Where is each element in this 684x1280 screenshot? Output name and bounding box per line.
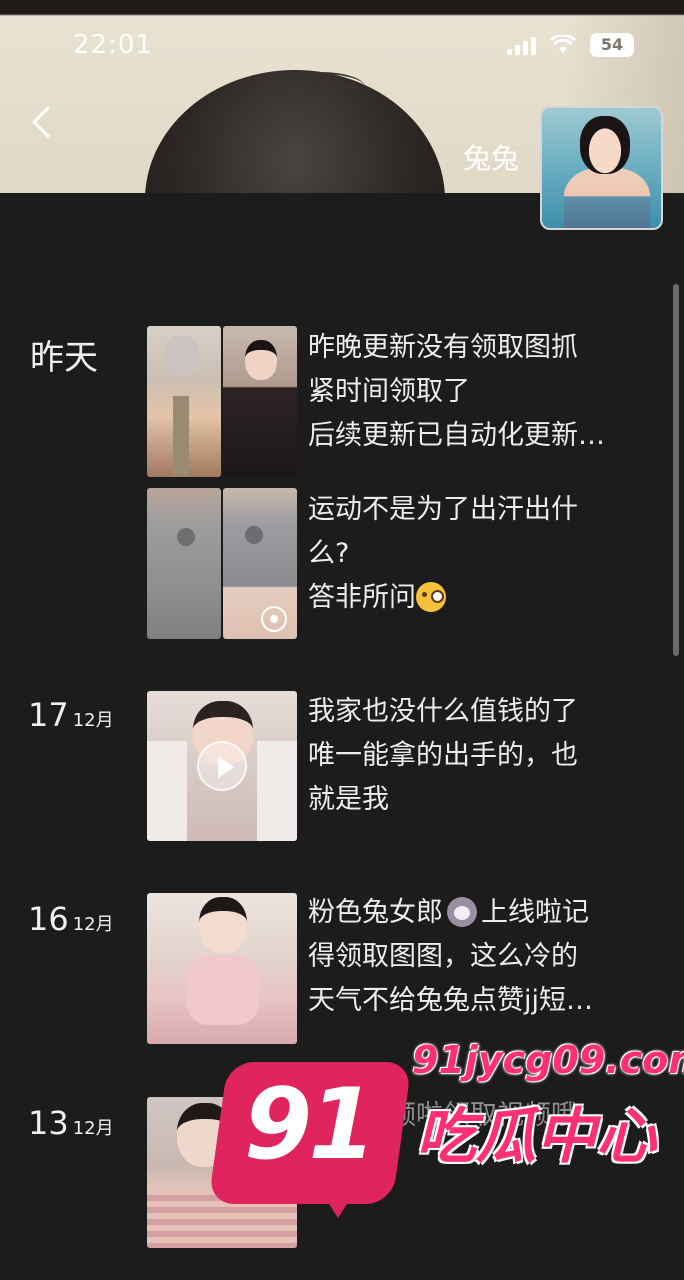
post-text-line: 运动不是为了出汗出什 [308, 494, 578, 525]
post-text-fragment: 答非所问 [308, 582, 416, 613]
post-image-detail [245, 526, 263, 544]
date-day: 13 [28, 1104, 69, 1142]
post-text-line: 答非所问 [308, 576, 648, 620]
post-text-line: 唯一能拿的出手的，也 [308, 740, 578, 771]
watermark-domain: 91jycg09.com [412, 1038, 684, 1082]
post-text-line: 紧时间领取了 [308, 376, 470, 407]
post-image-detail [165, 336, 199, 376]
face-emoji-icon [416, 582, 446, 612]
post-text[interactable]: 运动不是为了出汗出什 么? 答非所问 [308, 488, 648, 620]
cover-hair-strand [275, 72, 365, 102]
avatar-face [580, 116, 630, 174]
post-image-detail [173, 396, 189, 476]
post-text-line: 粉色兔女郎 上线啦记 [308, 891, 648, 935]
battery-icon: 54 [590, 33, 634, 57]
profile-name[interactable]: 兔兔 [463, 137, 519, 177]
signal-icon [507, 35, 536, 55]
post-image[interactable] [147, 893, 297, 1044]
post-text-line: 后续更新已自动化更新… [308, 420, 605, 451]
post-text-fragment: 粉色兔女郎 [308, 897, 443, 928]
post-text-line: 就是我 [308, 784, 389, 815]
date-label: 昨天 [30, 338, 98, 378]
post-image[interactable] [147, 488, 221, 639]
cover-top-edge [0, 0, 684, 14]
post-image-detail [177, 528, 195, 546]
status-icons: 54 [507, 33, 634, 57]
post-text-line: 么? [308, 538, 350, 569]
watermark-site-name: 吃瓜中心 [416, 1102, 656, 1172]
date-label: 13 12月 [28, 1104, 114, 1142]
date-day: 17 [28, 696, 69, 734]
wifi-icon [550, 35, 576, 53]
chevron-left-icon[interactable] [26, 104, 56, 140]
post-image[interactable] [223, 488, 297, 639]
post-image-detail [245, 340, 277, 380]
post-text[interactable]: 粉色兔女郎 上线啦记 得领取图图，这么冷的 天气不给兔兔点赞jj短… [308, 891, 648, 1023]
post-text-line: 我家也没什么值钱的了 [308, 696, 578, 727]
post-image-detail [187, 955, 259, 1025]
scrollbar[interactable] [673, 284, 679, 656]
post-text[interactable]: 我家也没什么值钱的了 唯一能拿的出手的，也 就是我 [308, 690, 648, 822]
post-text-line: 昨晚更新没有领取图抓 [308, 332, 578, 363]
status-time: 22:01 [73, 30, 153, 60]
watermark-logo-tail [324, 1196, 352, 1218]
avatar[interactable] [540, 106, 663, 230]
post-image[interactable] [147, 326, 221, 477]
date-month: 12月 [72, 710, 114, 731]
post-text-line: 得领取图图，这么冷的 [308, 941, 578, 972]
date-month: 12月 [72, 914, 114, 935]
rabbit-emoji-icon [447, 897, 477, 927]
post-image-detail [199, 897, 247, 953]
post-image-detail [257, 741, 297, 841]
post-image[interactable] [223, 326, 297, 477]
play-icon[interactable] [197, 741, 247, 791]
post-text[interactable]: 昨晚更新没有领取图抓 紧时间领取了 后续更新已自动化更新… [308, 326, 648, 458]
live-photo-icon [261, 606, 287, 632]
avatar-figure [564, 168, 650, 228]
watermark-logo-number: 91 [244, 1068, 376, 1182]
post-text-fragment: 上线啦记 [481, 897, 589, 928]
date-label: 16 12月 [28, 900, 114, 938]
post-image-detail [147, 741, 187, 841]
date-month: 12月 [72, 1118, 114, 1139]
date-day: 16 [28, 900, 69, 938]
date-label: 17 12月 [28, 696, 114, 734]
post-text-line: 天气不给兔兔点赞jj短… [308, 985, 594, 1016]
post-video-thumbnail[interactable] [147, 691, 297, 841]
